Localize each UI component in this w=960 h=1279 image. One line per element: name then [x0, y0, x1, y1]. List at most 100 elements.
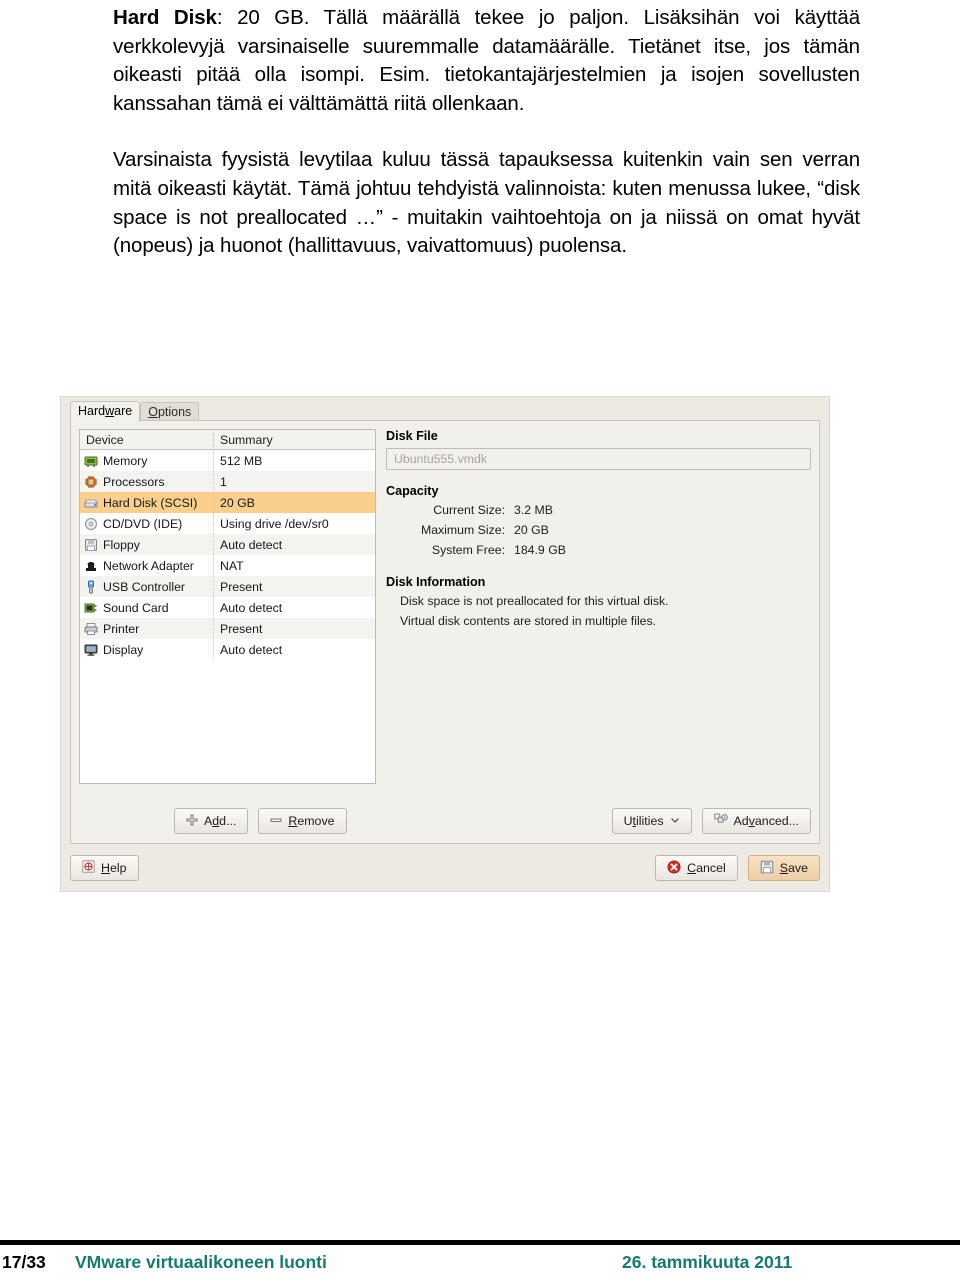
add-button[interactable]: Add...	[174, 808, 249, 834]
help-button-mnemonic: H	[101, 861, 110, 875]
device-summary: 512 MB	[220, 453, 263, 468]
processor-icon	[84, 475, 98, 489]
disk-details-pane: Disk File Ubuntu555.vmdk Capacity Curren…	[386, 429, 811, 634]
disk-information-heading: Disk Information	[386, 575, 486, 589]
disk-information-line-1: Disk space is not preallocated for this …	[400, 594, 669, 608]
memory-icon	[84, 454, 98, 468]
cancel-button[interactable]: Cancel	[655, 855, 738, 881]
cancel-button-post: ancel	[696, 861, 726, 875]
device-name: USB Controller	[103, 579, 186, 594]
display-icon	[84, 643, 98, 657]
save-button-post: ave	[788, 861, 808, 875]
advanced-button-pre: Ad	[733, 814, 749, 828]
table-row[interactable]: Memory 512 MB	[80, 450, 375, 471]
table-row[interactable]: CD/DVD (IDE) Using drive /dev/sr0	[80, 513, 375, 534]
help-button[interactable]: Help	[70, 855, 139, 881]
capacity-row-system-free: System Free: 184.9 GB	[386, 543, 811, 557]
advanced-button-post: anced...	[754, 814, 799, 828]
capacity-row-current-size: Current Size: 3.2 MB	[386, 503, 811, 517]
slide-text-body: Hard Disk: 20 GB. Tällä määrällä tekee j…	[113, 4, 860, 261]
table-row[interactable]: Floppy Auto detect	[80, 534, 375, 555]
table-row[interactable]: USB Controller Present	[80, 576, 375, 597]
footer-date: 26. tammikuuta 2011	[622, 1252, 793, 1272]
table-row[interactable]: Printer Present	[80, 618, 375, 639]
capacity-row-maximum-size: Maximum Size: 20 GB	[386, 523, 811, 537]
dialog-footer-row: Help Cancel Save	[70, 853, 820, 883]
floppy-icon	[84, 538, 98, 552]
table-row[interactable]: Processors 1	[80, 471, 375, 492]
device-summary: 20 GB	[220, 495, 255, 510]
capacity-label: Current Size:	[433, 503, 505, 517]
table-row[interactable]: Display Auto detect	[80, 639, 375, 660]
table-row-selected[interactable]: Hard Disk (SCSI) 20 GB	[80, 492, 375, 513]
minus-icon	[270, 814, 282, 829]
tab-hardware-post: are	[114, 404, 133, 418]
tab-hardware-pre: Hard	[78, 404, 106, 418]
device-name: Floppy	[103, 537, 140, 552]
column-header-device: Device	[80, 432, 214, 447]
capacity-value: 20 GB	[514, 523, 549, 537]
tab-options-mnemonic: O	[148, 405, 158, 419]
add-button-post: d...	[219, 814, 237, 828]
floppy-save-icon	[760, 860, 774, 877]
plus-icon	[186, 814, 198, 829]
device-summary: Auto detect	[220, 600, 283, 615]
footer-title: VMware virtuaalikoneen luonti	[75, 1252, 327, 1272]
cddvd-icon	[84, 517, 98, 531]
device-summary: NAT	[220, 558, 244, 573]
device-name: Memory	[103, 453, 148, 468]
chevron-down-icon	[670, 814, 680, 828]
device-summary: 1	[220, 474, 227, 489]
disk-file-heading: Disk File	[386, 429, 438, 443]
usb-icon	[84, 580, 98, 594]
tab-options[interactable]: Options	[140, 402, 200, 422]
footer-divider	[0, 1240, 960, 1245]
dialog-tabstrip: Hardware Options	[70, 401, 200, 422]
capacity-label: Maximum Size:	[420, 523, 505, 537]
help-button-post: elp	[109, 861, 127, 875]
capacity-heading: Capacity	[386, 484, 439, 498]
paragraph-1-text: : 20 GB. Tällä määrällä tekee jo paljon.…	[113, 6, 860, 115]
paragraph-lead-term: Hard Disk	[113, 6, 217, 29]
device-name: Display	[103, 642, 144, 657]
tab-hardware-mnemonic: w	[105, 404, 115, 418]
disk-file-value: Ubuntu555.vmdk	[394, 452, 487, 466]
device-name: Sound Card	[103, 600, 169, 615]
cancel-button-mnemonic: C	[687, 861, 697, 875]
remove-button[interactable]: Remove	[258, 808, 347, 834]
table-row[interactable]: Network Adapter NAT	[80, 555, 375, 576]
close-icon	[667, 860, 681, 877]
utilities-button-post: ilities	[636, 814, 664, 828]
remove-button-mnemonic: R	[288, 814, 298, 828]
capacity-label: System Free:	[431, 543, 505, 557]
remove-button-post: emove	[297, 814, 335, 828]
hardware-actions-row: Add... Remove Utilities Advanced...	[79, 807, 811, 835]
device-summary: Auto detect	[220, 537, 283, 552]
device-list-header: Device Summary	[80, 430, 375, 450]
tab-hardware[interactable]: Hardware	[70, 401, 141, 422]
device-name: Hard Disk (SCSI)	[103, 495, 198, 510]
help-icon	[82, 860, 95, 876]
gears-icon	[713, 813, 728, 829]
disk-file-input[interactable]: Ubuntu555.vmdk	[386, 448, 811, 470]
save-button-mnemonic: S	[779, 861, 789, 875]
network-adapter-icon	[84, 559, 98, 573]
tab-options-post: ptions	[157, 405, 192, 419]
save-button[interactable]: Save	[747, 855, 820, 881]
device-name: Network Adapter	[103, 558, 194, 573]
vm-settings-dialog: Hardware Options Device Summary Memory 5…	[60, 396, 830, 892]
paragraph-2: Varsinaista fyysistä levytilaa kuluu täs…	[113, 148, 860, 258]
utilities-button[interactable]: Utilities	[611, 808, 692, 834]
device-list[interactable]: Device Summary Memory 512 MB Processors …	[79, 429, 376, 784]
disk-information-line-2: Virtual disk contents are stored in mult…	[400, 614, 657, 628]
advanced-button[interactable]: Advanced...	[701, 808, 811, 834]
device-summary: Using drive /dev/sr0	[220, 516, 329, 531]
device-name: CD/DVD (IDE)	[103, 516, 183, 531]
printer-icon	[84, 622, 98, 636]
device-name: Processors	[103, 474, 165, 489]
page-number: 17/33	[2, 1252, 46, 1272]
capacity-value: 3.2 MB	[514, 503, 553, 517]
harddisk-icon	[84, 496, 98, 510]
table-row[interactable]: Sound Card Auto detect	[80, 597, 375, 618]
slide-footer: 17/33 VMware virtuaalikoneen luonti 26. …	[0, 1252, 960, 1279]
